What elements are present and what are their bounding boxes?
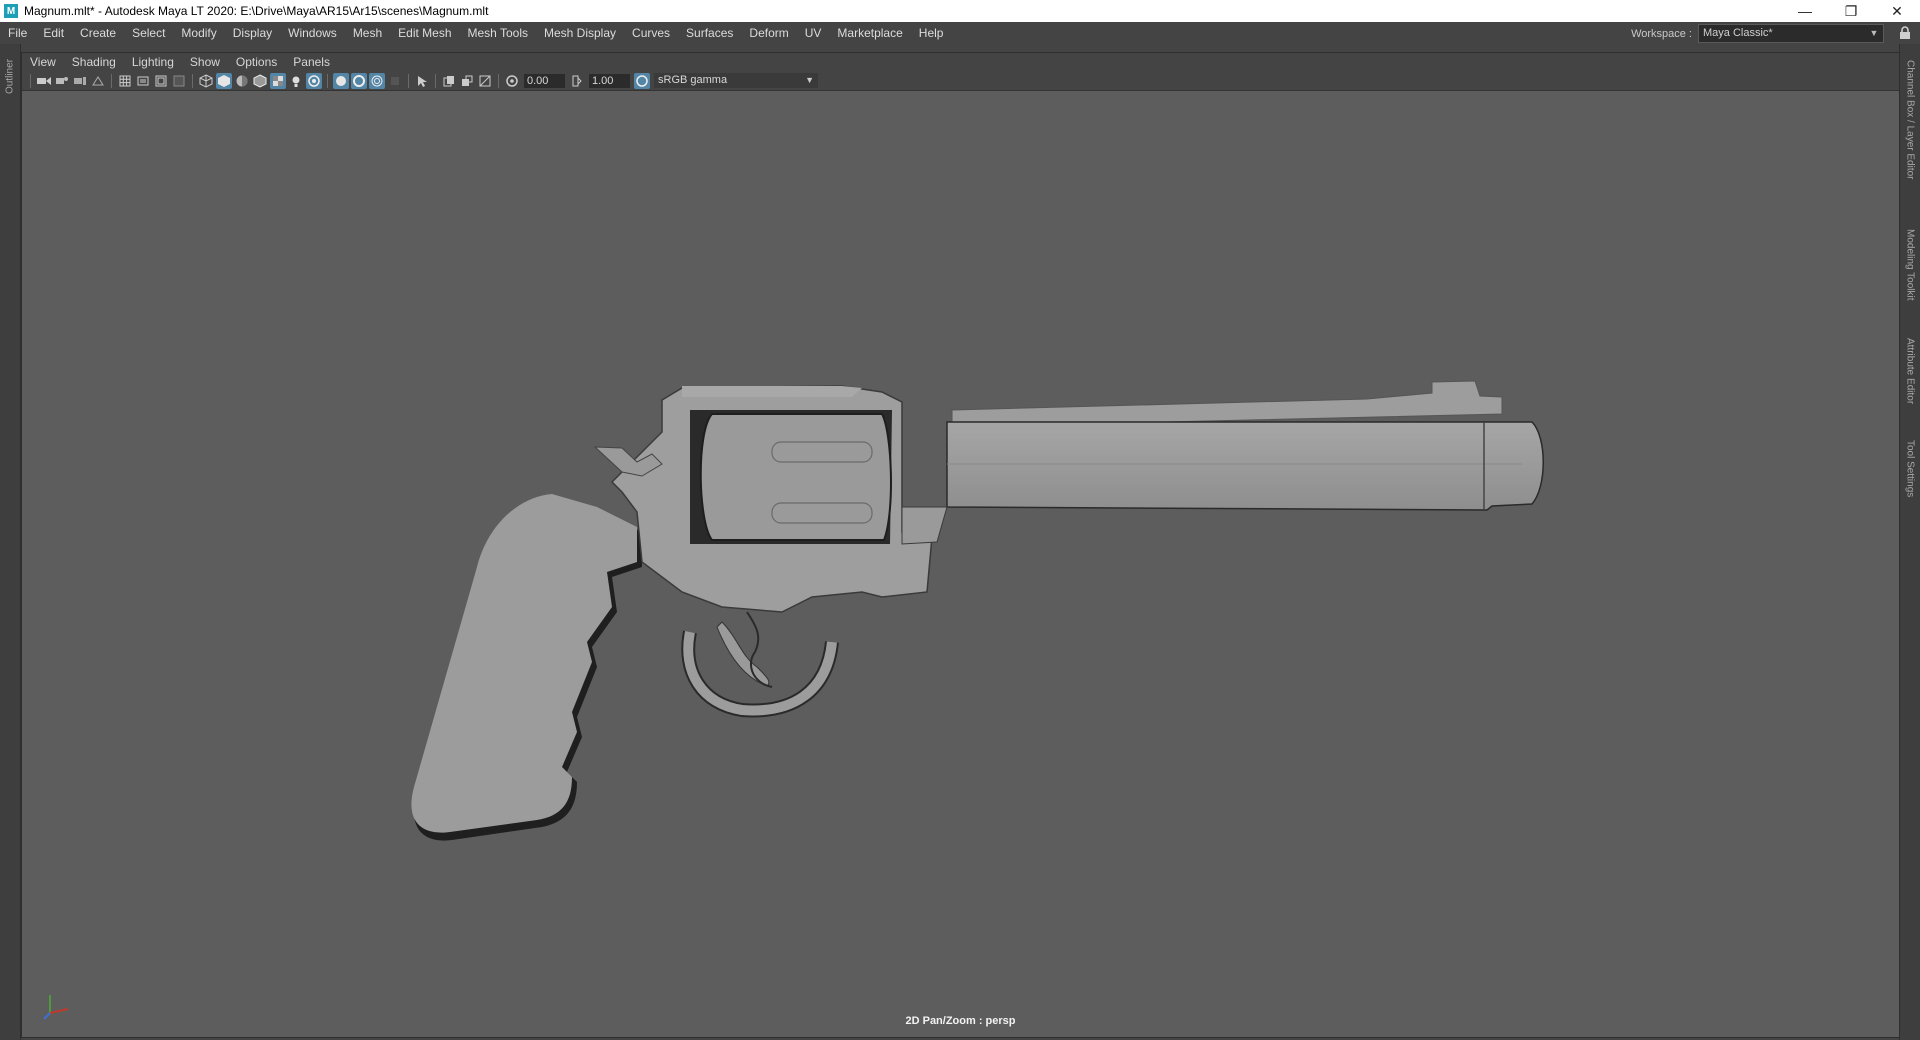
minimize-button[interactable]: — [1782,0,1828,22]
tab-channel-box-layer-editor[interactable]: Channel Box / Layer Editor [1902,50,1918,190]
menu-file[interactable]: File [0,26,35,40]
menu-deform[interactable]: Deform [741,26,796,40]
motion-blur-icon[interactable] [351,72,367,89]
menu-mesh-tools[interactable]: Mesh Tools [460,26,536,40]
image-plane-icon[interactable] [90,73,106,89]
anti-aliasing-icon[interactable] [369,72,385,89]
camera-hud-label: 2D Pan/Zoom : persp [905,1015,1016,1027]
window-title: Magnum.mlt* - Autodesk Maya LT 2020: E:\… [24,4,489,18]
menu-edit-mesh[interactable]: Edit Mesh [390,26,459,40]
workspace-dropdown[interactable]: Maya Classic* ▼ [1698,24,1884,43]
menu-surfaces[interactable]: Surfaces [678,26,741,40]
bookmarks-icon[interactable] [72,73,88,89]
wireframe-icon[interactable] [198,73,214,89]
window-titlebar: M Magnum.mlt* - Autodesk Maya LT 2020: E… [0,0,1920,22]
smooth-shade-icon[interactable] [216,72,232,89]
menu-create[interactable]: Create [72,26,124,40]
toolbar-separator [435,73,436,88]
toolbar-separator [498,73,499,88]
menu-display[interactable]: Display [225,26,280,40]
panel-menu-view[interactable]: View [22,55,64,69]
panel-menu-shading[interactable]: Shading [64,55,124,69]
wireframe-on-shaded-icon[interactable] [252,73,268,89]
workspace-label: Workspace : [1631,27,1692,40]
toolbar-separator [408,73,409,88]
tab-tool-settings[interactable]: Tool Settings [1902,432,1918,506]
use-all-lights-icon[interactable] [288,73,304,89]
menu-modify[interactable]: Modify [173,26,224,40]
film-gate-icon[interactable] [135,73,151,89]
left-dock-strip: Outliner [0,44,21,1040]
tab-attribute-editor[interactable]: Attribute Editor [1902,328,1918,414]
menu-mesh-display[interactable]: Mesh Display [536,26,624,40]
revolver-model[interactable] [22,92,1899,1037]
menu-curves[interactable]: Curves [624,26,678,40]
exposure-icon[interactable] [504,73,520,89]
depth-of-field-icon[interactable] [387,73,403,89]
gamma-icon[interactable] [569,73,585,89]
viewport-panel: View Shading Lighting Show Options Panel… [21,52,1900,1038]
gamma-field[interactable]: 1.00 [589,73,630,88]
menu-windows[interactable]: Windows [280,26,345,40]
view-transform-value: sRGB gamma [658,74,728,86]
screen-space-ao-icon[interactable] [333,72,349,89]
panel-menu-show[interactable]: Show [182,55,228,69]
close-button[interactable]: ✕ [1874,0,1920,22]
chevron-down-icon: ▼ [805,75,814,85]
menu-marketplace[interactable]: Marketplace [829,26,910,40]
tab-modeling-toolkit[interactable]: Modeling Toolkit [1902,220,1918,310]
tab-outliner[interactable]: Outliner [2,50,18,102]
camera-attributes-icon[interactable] [54,73,70,89]
toolbar-separator [192,73,193,88]
toolbar-separator [30,73,31,88]
right-dock-strip: Channel Box / Layer Editor Modeling Tool… [1899,44,1920,1040]
exposure-field[interactable]: 0.00 [524,73,565,88]
chevron-down-icon: ▼ [1869,28,1879,38]
panel-toolbar: 0.00 1.00 sRGB gamma ▼ [22,71,1899,91]
panel-menu-lighting[interactable]: Lighting [124,55,182,69]
panel-menubar: View Shading Lighting Show Options Panel… [22,53,1899,71]
workspace-value: Maya Classic* [1703,27,1773,39]
maximize-button[interactable]: ❐ [1828,0,1874,22]
isolate-select-icon[interactable] [414,73,430,89]
menu-edit[interactable]: Edit [35,26,72,40]
menu-mesh[interactable]: Mesh [345,26,390,40]
resolution-gate-icon[interactable] [153,73,169,89]
menu-help[interactable]: Help [911,26,952,40]
menu-uv[interactable]: UV [797,26,830,40]
3d-viewport[interactable]: 2D Pan/Zoom : persp [22,92,1899,1037]
grid-icon[interactable] [117,73,133,89]
xray-icon[interactable] [441,73,457,89]
select-camera-icon[interactable] [36,73,52,89]
panel-menu-panels[interactable]: Panels [285,55,338,69]
textured-icon[interactable] [270,72,286,89]
maya-logo-icon: M [4,4,18,18]
view-transform-dropdown[interactable]: sRGB gamma ▼ [654,73,818,88]
menu-select[interactable]: Select [124,26,173,40]
panel-menu-options[interactable]: Options [228,55,285,69]
shadows-icon[interactable] [306,72,322,89]
toolbar-separator [327,73,328,88]
xray-active-components-icon[interactable] [459,73,475,89]
workspace-selector: Workspace : Maya Classic* ▼ [1631,24,1884,43]
xray-joints-icon[interactable] [477,73,493,89]
main-menubar: File Edit Create Select Modify Display W… [0,22,1920,44]
default-material-icon[interactable] [234,73,250,89]
gate-mask-icon[interactable] [171,73,187,89]
toolbar-separator [111,73,112,88]
lock-icon[interactable] [1898,26,1912,40]
color-management-icon[interactable] [634,72,650,89]
